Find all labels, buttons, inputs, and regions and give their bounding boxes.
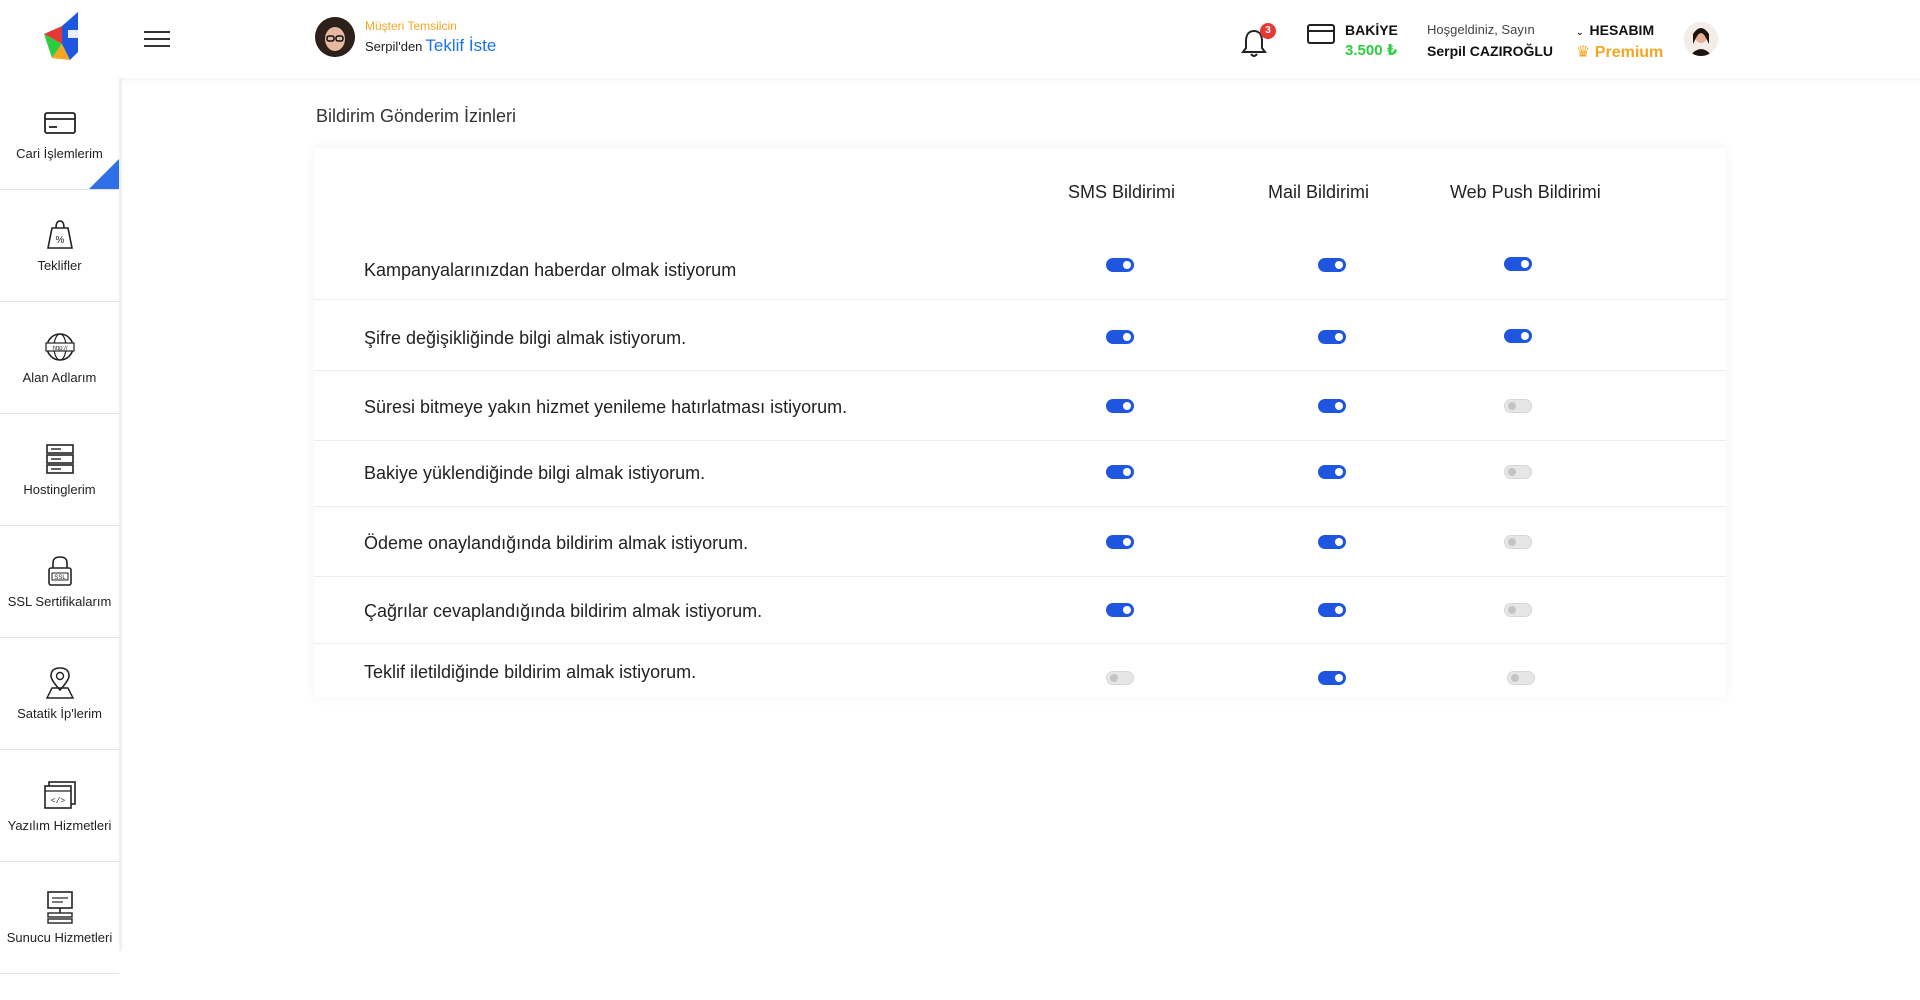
premium-label: Premium [1594,44,1664,61]
toggle-web-push[interactable] [1504,535,1532,549]
permission-label: Kampanyalarınızdan haberdar olmak istiyo… [364,260,737,280]
svg-text:http://: http:// [52,346,67,352]
toggle-mail[interactable] [1318,465,1346,479]
sidebar-item-label: Alan Adlarım [22,370,97,385]
sidebar-item-cari-islemlerim[interactable]: Cari İşlemlerim [0,78,119,190]
toggle-mail[interactable] [1318,330,1346,344]
permission-row: Bakiye yüklendiğinde bilgi almak istiyor… [314,441,1726,507]
hamburger-line [144,45,170,47]
rep-from: Serpil'den [365,38,423,54]
toggle-web-push[interactable] [1504,329,1532,343]
account-label: HESABIM [1589,22,1655,38]
page-title: Bildirim Gönderim İzinleri [316,106,517,126]
server-icon [45,444,74,474]
sidebar-item-label: SSL Sertifikalarım [7,594,112,609]
map-pin-icon [45,667,74,699]
request-offer-link[interactable]: Teklif İste [425,36,496,55]
toggle-mail[interactable] [1318,671,1346,685]
hamburger-line [144,31,170,33]
monitor-server-icon [46,891,73,924]
sidebar-item-teklifler[interactable]: % Teklifler [0,190,119,302]
permission-label: Ödeme onaylandığında bildirim almak isti… [364,533,749,553]
svg-text:</>: </> [50,797,65,806]
sidebar-item-yazilim-hizmetleri[interactable]: </> Yazılım Hizmetleri [0,750,119,862]
toggle-sms[interactable] [1106,465,1134,479]
sidebar-item-label: Satatik İp'lerim [17,706,102,721]
sidebar-item-alan-adlarim[interactable]: http:// Alan Adlarım [0,302,119,414]
card-icon [43,112,76,134]
sidebar-item-label: Cari İşlemlerim [16,146,103,161]
sidebar-item-ssl-sertifikalarim[interactable]: SSL SSL Sertifikalarım [0,526,119,638]
sidebar-item-label: Sunucu Hizmetleri [6,930,113,945]
notification-permissions-card: SMS Bildirimi Mail Bildirimi Web Push Bi… [314,148,1726,698]
toggle-mail[interactable] [1318,535,1346,549]
toggle-sms[interactable] [1106,603,1134,617]
notification-badge: 3 [1260,23,1276,39]
toggle-web-push[interactable] [1504,465,1532,479]
toggle-sms[interactable] [1106,258,1134,272]
rep-avatar [315,17,355,57]
permission-row: Çağrılar cevaplandığında bildirim almak … [314,577,1726,644]
globe-http-icon: http:// [44,333,75,361]
toggle-web-push[interactable] [1504,257,1532,271]
wallet-card-icon [1307,24,1335,44]
crown-icon: ♛ [1576,44,1591,61]
sidebar-item-sunucu-hizmetleri[interactable]: Sunucu Hizmetleri [0,862,119,974]
permission-label: Çağrılar cevaplandığında bildirim almak … [364,601,763,621]
permission-label: Süresi bitmeye yakın hizmet yenileme hat… [364,397,848,417]
welcome-block: Hoşgeldiniz, Sayın Serpil CAZIROĞLU [1427,22,1553,59]
svg-text:%: % [55,235,64,246]
toggle-web-push[interactable] [1504,399,1532,413]
toggle-sms[interactable] [1106,399,1134,413]
brand-logo[interactable] [38,8,88,68]
discount-tag-icon: % [46,220,73,249]
column-header-web-push: Web Push Bildirimi [1450,182,1601,202]
column-header-sms: SMS Bildirimi [1068,182,1176,202]
rep-title: Müşteri Temsilcin [365,18,457,33]
sidebar-item-label: Teklifler [37,258,82,273]
permission-row: Teklif iletildiğinde bildirim almak isti… [314,644,1726,698]
permission-row: Şifre değişikliğinde bilgi almak istiyor… [314,300,1726,371]
menu-toggle-button[interactable] [144,31,170,49]
sidebar-item-statik-ip[interactable]: Satatik İp'lerim [0,638,119,750]
balance-widget[interactable]: BAKİYE 3.500 ₺ [1307,22,1398,59]
permission-row: Süresi bitmeye yakın hizmet yenileme hat… [314,371,1726,441]
balance-value: 3.500 ₺ [1345,42,1398,59]
customer-rep: Müşteri Temsilcin Serpil'den Teklif İste [315,17,496,57]
column-header-mail: Mail Bildirimi [1268,182,1370,202]
sidebar-item-hostinglerim[interactable]: Hostinglerim [0,414,119,526]
user-avatar[interactable] [1684,22,1718,56]
svg-text:SSL: SSL [54,575,66,581]
balance-label: BAKİYE [1345,22,1398,38]
ssl-lock-icon: SSL [47,556,72,586]
toggle-mail[interactable] [1318,603,1346,617]
sidebar: Cari İşlemlerim % Teklifler http:// Alan… [0,78,122,974]
hamburger-line [144,38,170,40]
welcome-text: Hoşgeldiniz, Sayın [1427,22,1535,37]
account-menu[interactable]: ⌄ HESABIM ♛ Premium [1576,22,1663,62]
sidebar-item-label: Hostinglerim [23,482,96,497]
code-window-icon: </> [43,781,76,809]
toggle-sms[interactable] [1106,330,1134,344]
permission-label: Şifre değişikliğinde bilgi almak istiyor… [364,328,687,348]
toggle-mail[interactable] [1318,258,1346,272]
permission-row: Kampanyalarınızdan haberdar olmak istiyo… [314,240,1726,300]
toggle-sms[interactable] [1106,671,1134,685]
user-name: Serpil CAZIROĞLU [1427,43,1554,59]
permission-label: Teklif iletildiğinde bildirim almak isti… [364,662,697,682]
toggle-web-push[interactable] [1504,603,1532,617]
top-header: Müşteri Temsilcin Serpil'den Teklif İste … [0,0,1920,78]
toggle-mail[interactable] [1318,399,1346,413]
toggle-sms[interactable] [1106,535,1134,549]
permission-row: Ödeme onaylandığında bildirim almak isti… [314,507,1726,577]
chevron-down-icon: ⌄ [1576,27,1584,37]
toggle-web-push[interactable] [1507,671,1535,685]
sidebar-item-label: Yazılım Hizmetleri [7,818,112,833]
permission-label: Bakiye yüklendiğinde bilgi almak istiyor… [364,463,706,483]
